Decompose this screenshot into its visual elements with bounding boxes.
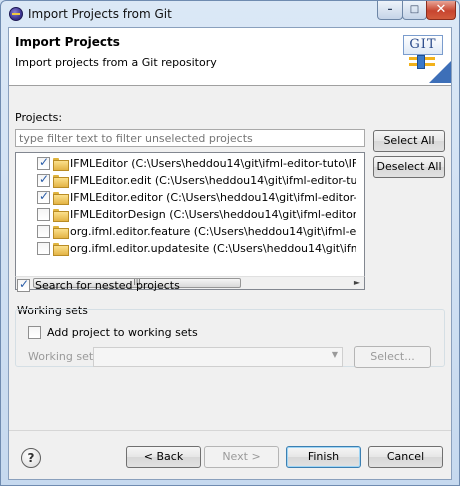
project-row[interactable]: IFMLEditorDesign (C:\Users\heddou14\git\…	[16, 206, 356, 223]
project-folder-icon	[53, 192, 69, 205]
scroll-right-icon[interactable]: ►	[350, 277, 364, 289]
add-to-working-sets-label[interactable]: Add project to working sets	[47, 326, 198, 339]
project-row-label: IFMLEditor.editor (C:\Users\heddou14\git…	[70, 191, 356, 204]
project-row-label: IFMLEditor (C:\Users\heddou14\git\ifml-e…	[70, 157, 356, 170]
deselect-all-button[interactable]: Deselect All	[373, 156, 445, 178]
help-icon[interactable]: ?	[21, 448, 41, 468]
project-row[interactable]: IFMLEditor (C:\Users\heddou14\git\ifml-e…	[16, 155, 356, 172]
git-logo-node	[417, 55, 425, 69]
project-folder-icon	[53, 209, 69, 222]
page-title: Import Projects	[15, 35, 120, 49]
projects-tree[interactable]: IFMLEditor (C:\Users\heddou14\git\ifml-e…	[15, 152, 365, 290]
project-folder-icon	[53, 243, 69, 256]
git-logo-corner	[429, 61, 451, 83]
select-working-sets-button[interactable]: Select...	[354, 346, 431, 368]
project-row[interactable]: IFMLEditor.editor (C:\Users\heddou14\git…	[16, 189, 356, 206]
working-sets-combo[interactable]: ▼	[93, 347, 343, 367]
select-all-button[interactable]: Select All	[373, 130, 445, 152]
add-to-working-sets-checkbox[interactable]	[28, 326, 41, 339]
project-checkbox[interactable]	[37, 172, 50, 187]
search-nested-checkbox[interactable]	[17, 277, 30, 292]
project-checkbox[interactable]	[37, 208, 50, 221]
project-folder-icon	[53, 158, 69, 171]
next-button[interactable]: Next >	[204, 446, 279, 468]
search-nested-label[interactable]: Search for nested projects	[35, 279, 180, 292]
chevron-down-icon: ▼	[331, 350, 338, 359]
project-checkbox[interactable]	[37, 155, 50, 170]
project-checkbox[interactable]	[37, 242, 50, 255]
import-projects-dialog: Import Projects from Git – □ ✕ Import Pr…	[0, 0, 460, 486]
project-row-label: org.ifml.editor.updatesite (C:\Users\hed…	[70, 242, 356, 255]
project-row[interactable]: org.ifml.editor.feature (C:\Users\heddou…	[16, 223, 356, 240]
project-row-label: IFMLEditorDesign (C:\Users\heddou14\git\…	[70, 208, 356, 221]
page-description: Import projects from a Git repository	[15, 56, 217, 69]
title-bar[interactable]: Import Projects from Git – □ ✕	[1, 1, 459, 27]
project-row-label: IFMLEditor.edit (C:\Users\heddou14\git\i…	[70, 174, 356, 187]
project-row[interactable]: org.ifml.editor.updatesite (C:\Users\hed…	[16, 240, 356, 257]
projects-label: Projects:	[15, 111, 63, 124]
wizard-banner: Import Projects Import projects from a G…	[9, 28, 451, 86]
project-folder-icon	[53, 226, 69, 239]
project-checkbox[interactable]	[37, 225, 50, 238]
cancel-button[interactable]: Cancel	[368, 446, 443, 468]
project-row-label: org.ifml.editor.feature (C:\Users\heddou…	[70, 225, 356, 238]
minimize-button[interactable]: –	[377, 1, 403, 20]
project-checkbox[interactable]	[37, 189, 50, 204]
close-button[interactable]: ✕	[426, 1, 456, 20]
project-folder-icon	[53, 175, 69, 188]
git-logo-text: GIT	[403, 35, 443, 55]
working-sets-combo-label: Working sets:	[28, 350, 103, 363]
dialog-client-area: Import Projects Import projects from a G…	[8, 27, 452, 480]
project-row[interactable]: IFMLEditor.edit (C:\Users\heddou14\git\i…	[16, 172, 356, 189]
git-logo-icon: GIT	[403, 35, 451, 83]
project-filter-input[interactable]	[15, 129, 365, 147]
maximize-button[interactable]: □	[402, 1, 427, 20]
window-title: Import Projects from Git	[28, 7, 172, 21]
finish-button[interactable]: Finish	[286, 446, 361, 468]
footer-separator	[9, 430, 451, 431]
eclipse-app-icon	[9, 7, 23, 21]
back-button[interactable]: < Back	[126, 446, 201, 468]
